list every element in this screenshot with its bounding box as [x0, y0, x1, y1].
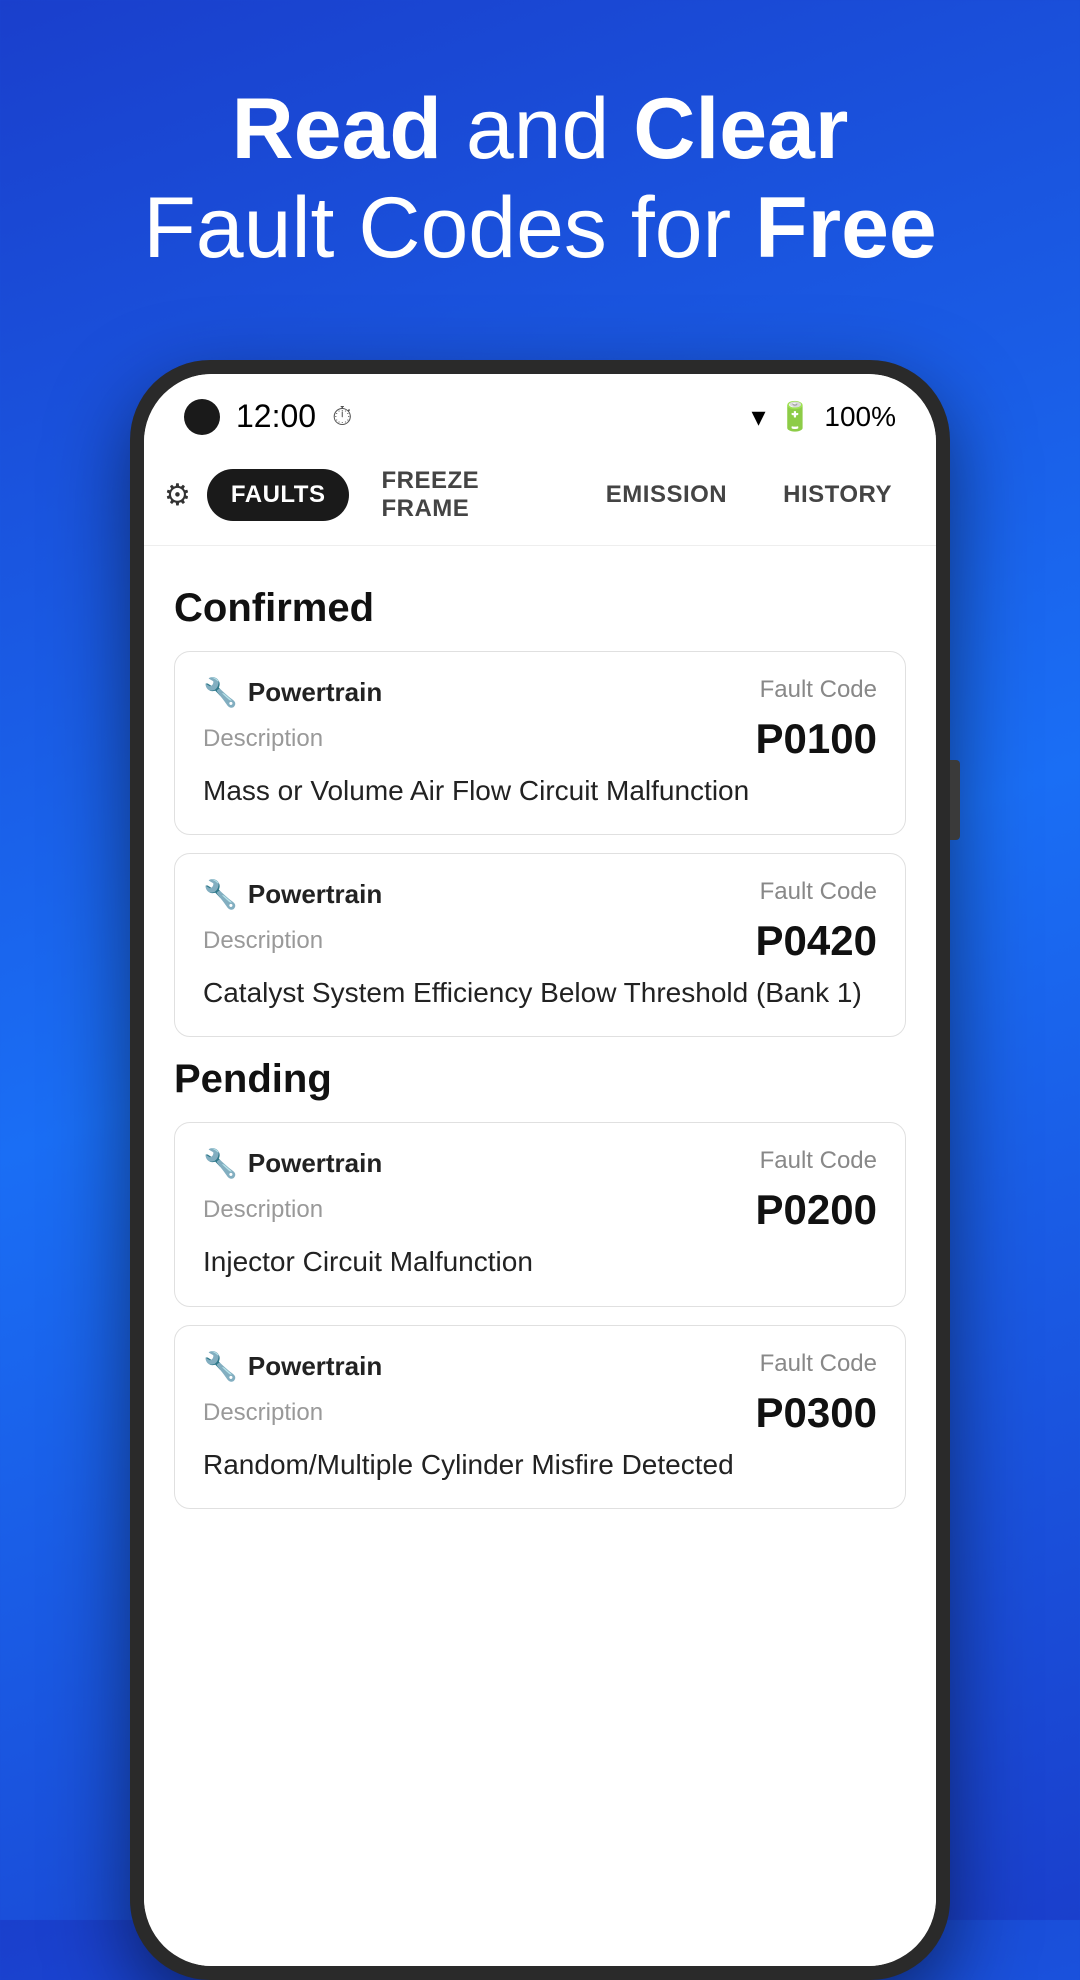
fault-card-header-3: 🔧 Powertrain Fault Code: [203, 1147, 877, 1180]
fault-code-value-4: P0300: [756, 1389, 877, 1437]
hero-line2-normal: Fault Codes for: [143, 180, 755, 276]
status-left: 12:00 ⏱: [184, 398, 352, 435]
fault-card-p0100[interactable]: 🔧 Powertrain Fault Code Description P010…: [174, 651, 906, 835]
tab-freeze-frame[interactable]: Freeze Frame: [357, 455, 573, 535]
pending-section: Pending 🔧 Powertrain Fault Code Descript…: [174, 1057, 906, 1508]
confirmed-title: Confirmed: [174, 586, 906, 631]
fault-description-1: Mass or Volume Air Flow Circuit Malfunct…: [203, 771, 877, 810]
phone-screen: 12:00 ⏱ ▾ 🔋 100% ⚙ Faults Freeze Frame: [144, 374, 936, 1966]
fault-code-label-4: Fault Code: [760, 1350, 877, 1378]
time-display: 12:00: [236, 398, 316, 435]
tab-history[interactable]: History: [759, 469, 916, 521]
pending-title: Pending: [174, 1057, 906, 1102]
status-right: ▾ 🔋 100%: [751, 400, 896, 433]
tab-bar: ⚙ Faults Freeze Frame Emission History: [144, 445, 936, 546]
obd-icon: ⚙: [164, 478, 191, 513]
fault-card-p0200[interactable]: 🔧 Powertrain Fault Code Description P020…: [174, 1122, 906, 1306]
tab-emission[interactable]: Emission: [582, 469, 751, 521]
fault-card-header-1: 🔧 Powertrain Fault Code: [203, 676, 877, 709]
description-label-3: Description: [203, 1196, 323, 1224]
description-label-4: Description: [203, 1399, 323, 1427]
confirmed-section: Confirmed 🔧 Powertrain Fault Code Descri…: [174, 586, 906, 1037]
wifi-icon: ▾: [751, 400, 765, 433]
fault-code-value-1: P0100: [756, 715, 877, 763]
fault-card-header-4: 🔧 Powertrain Fault Code: [203, 1350, 877, 1383]
fault-code-value-2: P0420: [756, 917, 877, 965]
fault-card-p0300[interactable]: 🔧 Powertrain Fault Code Description P030…: [174, 1325, 906, 1509]
fault-type-3: 🔧 Powertrain: [203, 1147, 382, 1180]
engine-icon-2: 🔧: [203, 878, 238, 911]
fault-code-value-3: P0200: [756, 1186, 877, 1234]
fault-code-label-1: Fault Code: [760, 676, 877, 704]
flashlight-icon: ⏱: [332, 401, 352, 433]
engine-icon-4: 🔧: [203, 1350, 238, 1383]
fault-description-2: Catalyst System Efficiency Below Thresho…: [203, 973, 877, 1012]
phone-frame: 12:00 ⏱ ▾ 🔋 100% ⚙ Faults Freeze Frame: [130, 360, 950, 1980]
fault-code-label-2: Fault Code: [760, 878, 877, 906]
fault-card-mid-4: Description P0300: [203, 1389, 877, 1437]
hero-bold2: Clear: [633, 81, 848, 177]
engine-icon-1: 🔧: [203, 676, 238, 709]
engine-icon-3: 🔧: [203, 1147, 238, 1180]
hero-bold1: Read: [232, 81, 442, 177]
hero-section: Read and Clear Fault Codes for Free: [0, 0, 1080, 318]
fault-card-p0420[interactable]: 🔧 Powertrain Fault Code Description P042…: [174, 853, 906, 1037]
fault-code-label-3: Fault Code: [760, 1147, 877, 1175]
fault-card-mid-2: Description P0420: [203, 917, 877, 965]
fault-card-header-2: 🔧 Powertrain Fault Code: [203, 878, 877, 911]
battery-level: 100%: [824, 401, 896, 433]
status-bar: 12:00 ⏱ ▾ 🔋 100%: [144, 374, 936, 445]
content-area: Confirmed 🔧 Powertrain Fault Code Descri…: [144, 546, 936, 1966]
tab-faults[interactable]: Faults: [207, 469, 350, 521]
hero-line2-bold: Free: [755, 180, 937, 276]
fault-card-mid-3: Description P0200: [203, 1186, 877, 1234]
hero-and: and: [442, 81, 633, 177]
description-label-2: Description: [203, 927, 323, 955]
fault-type-2: 🔧 Powertrain: [203, 878, 382, 911]
camera-icon: [184, 399, 220, 435]
signal-icon: 🔋: [778, 400, 813, 433]
fault-description-4: Random/Multiple Cylinder Misfire Detecte…: [203, 1445, 877, 1484]
phone-mockup: 12:00 ⏱ ▾ 🔋 100% ⚙ Faults Freeze Frame: [130, 360, 950, 1980]
fault-card-mid-1: Description P0100: [203, 715, 877, 763]
fault-type-4: 🔧 Powertrain: [203, 1350, 382, 1383]
description-label-1: Description: [203, 725, 323, 753]
fault-type-1: 🔧 Powertrain: [203, 676, 382, 709]
fault-description-3: Injector Circuit Malfunction: [203, 1242, 877, 1281]
